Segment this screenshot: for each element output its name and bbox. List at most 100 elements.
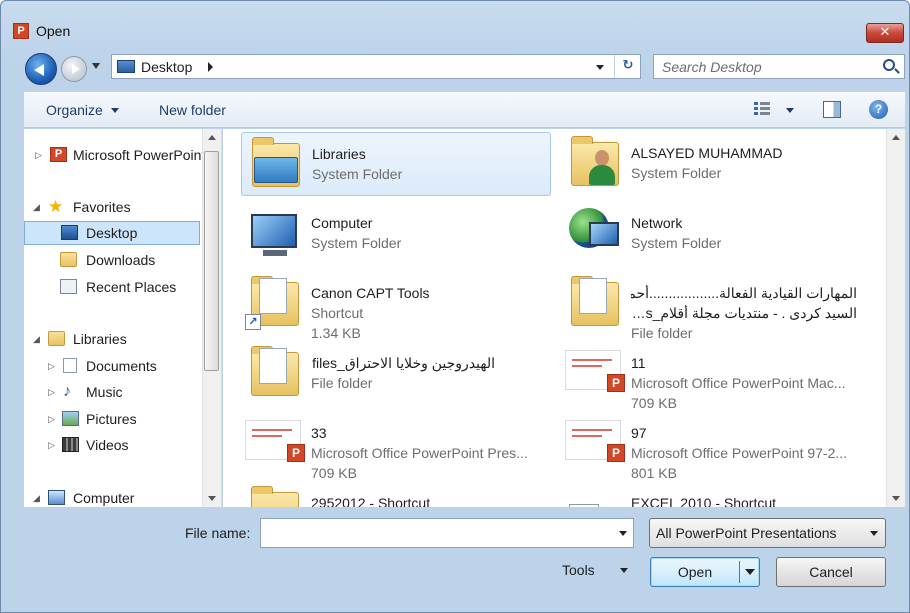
shortcut-arrow-icon: ↗ [245, 314, 261, 330]
file-item-network[interactable]: Network System Folder [561, 202, 871, 266]
search-icon[interactable] [883, 59, 895, 71]
navigation-pane: ▷ P Microsoft PowerPoint ◢ ★ Favorites D… [24, 129, 222, 507]
folder-icon [565, 274, 623, 332]
title-bar: P Open ✕ [1, 1, 909, 43]
address-location[interactable]: Desktop [141, 59, 192, 75]
folder-icon [245, 344, 303, 402]
desktop-icon [61, 225, 78, 240]
organize-button[interactable]: Organize [46, 102, 103, 118]
nav-item-label: Desktop [86, 225, 138, 241]
powerpoint-icon: P [50, 147, 67, 162]
file-name-input[interactable] [265, 524, 605, 542]
file-type-filter[interactable]: All PowerPoint Presentations [649, 518, 886, 548]
file-item-11[interactable]: P 11 Microsoft Office PowerPoint Mac... … [561, 342, 871, 411]
scroll-down-icon[interactable] [892, 496, 900, 501]
scroll-up-icon[interactable] [892, 135, 900, 140]
nav-item-label: Favorites [73, 199, 131, 215]
chevron-down-icon[interactable] [111, 108, 119, 113]
scrollbar-thumb[interactable] [204, 151, 219, 371]
file-type: System Folder [311, 235, 402, 251]
file-name: المهارات القيادية الفعالة...............… [631, 285, 857, 301]
view-options-dropdown[interactable] [786, 108, 794, 113]
file-type: System Folder [631, 165, 722, 181]
scroll-down-icon[interactable] [208, 496, 216, 501]
recent-locations-dropdown[interactable] [92, 63, 100, 69]
search-input[interactable] [662, 57, 872, 76]
file-item-97[interactable]: P 97 Microsoft Office PowerPoint 97-2...… [561, 412, 871, 481]
nav-item-libraries[interactable]: ◢ Libraries [24, 327, 202, 351]
nav-item-videos[interactable]: ▷ Videos [24, 433, 202, 457]
powerpoint-file-icon: P [565, 414, 625, 472]
user-folder-icon [565, 134, 623, 192]
file-type: Microsoft Office PowerPoint Mac... [631, 375, 846, 391]
file-item-arabic-folder-2[interactable]: الهيدروجين وخلايا الاحتراق_files File fo… [241, 342, 551, 406]
back-button[interactable] [25, 53, 57, 85]
open-button-label: Open [677, 564, 713, 580]
file-type: File folder [311, 375, 373, 391]
nav-item-label: Videos [86, 437, 129, 453]
nav-item-label: Music [86, 384, 123, 400]
nav-item-desktop[interactable]: Desktop [24, 221, 200, 245]
split-divider [739, 561, 740, 583]
file-item-canon-capt-tools[interactable]: ↗ Canon CAPT Tools Shortcut 1.34 KB [241, 272, 551, 341]
nav-item-music[interactable]: ▷ ♪ Music [24, 380, 202, 404]
documents-icon [63, 358, 77, 373]
file-item-libraries[interactable]: Libraries System Folder [241, 132, 551, 196]
close-button[interactable]: ✕ [866, 23, 904, 43]
nav-item-favorites[interactable]: ◢ ★ Favorites [24, 195, 202, 219]
cancel-button[interactable]: Cancel [776, 557, 886, 587]
nav-item-label: Downloads [86, 252, 156, 268]
star-icon: ★ [48, 197, 64, 216]
chevron-right-icon[interactable] [208, 62, 213, 72]
computer-icon [245, 204, 303, 262]
file-type: System Folder [631, 235, 722, 251]
file-item-arabic-folder-1[interactable]: المهارات القيادية الفعالة...............… [561, 272, 871, 341]
search-box[interactable] [653, 54, 905, 79]
address-history-dropdown[interactable] [596, 65, 604, 70]
nav-item-label: Microsoft PowerPoint [73, 147, 206, 163]
open-button[interactable]: Open [650, 557, 760, 587]
file-item-33[interactable]: P 33 Microsoft Office PowerPoint Pres...… [241, 412, 551, 481]
file-item-computer[interactable]: Computer System Folder [241, 202, 551, 266]
powerpoint-file-icon: P [245, 414, 305, 472]
file-item-user-folder[interactable]: ALSAYED MUHAMMAD System Folder [561, 132, 871, 196]
nav-item-recent-places[interactable]: Recent Places [24, 275, 202, 299]
help-icon[interactable]: ? [869, 100, 888, 119]
nav-item-powerpoint[interactable]: ▷ P Microsoft PowerPoint [24, 143, 206, 167]
file-item-excel-2010-shortcut[interactable]: W EXCEL 2010 - Shortcut [561, 482, 871, 507]
file-name: EXCEL 2010 - Shortcut [631, 495, 777, 507]
file-type: System Folder [312, 166, 403, 182]
change-view-icon[interactable] [754, 102, 770, 118]
desktop-icon [117, 60, 135, 73]
nav-item-downloads[interactable]: Downloads [24, 248, 202, 272]
nav-item-computer[interactable]: ◢ Computer [24, 486, 202, 507]
nav-item-pictures[interactable]: ▷ Pictures [24, 407, 202, 431]
nav-item-documents[interactable]: ▷ Documents [24, 354, 202, 378]
nav-item-label: Computer [73, 490, 135, 506]
chevron-down-icon[interactable] [620, 568, 628, 573]
file-name: Computer [311, 215, 373, 231]
navpane-scrollbar[interactable] [202, 129, 221, 507]
chevron-down-icon[interactable] [619, 531, 627, 536]
file-name-line2: السيد كردى . - منتديات مجلة أقلام_files [631, 305, 857, 321]
file-name-combobox[interactable] [260, 518, 634, 548]
file-list-scrollbar[interactable] [886, 129, 905, 507]
tools-menu[interactable]: Tools [562, 562, 595, 578]
open-options-dropdown[interactable] [745, 569, 755, 575]
forward-button[interactable] [61, 56, 87, 82]
nav-item-label: Libraries [73, 331, 127, 347]
network-icon [565, 204, 623, 262]
address-bar[interactable]: Desktop ↻ [111, 54, 641, 79]
file-type: Microsoft Office PowerPoint Pres... [311, 445, 528, 461]
scroll-up-icon[interactable] [208, 135, 216, 140]
file-size: 801 KB [631, 465, 677, 481]
file-type: Shortcut [311, 305, 364, 321]
music-icon: ♪ [63, 383, 71, 400]
preview-pane-icon[interactable] [823, 101, 841, 118]
new-folder-button[interactable]: New folder [159, 102, 226, 118]
nav-item-label: Recent Places [86, 279, 177, 295]
powerpoint-file-icon: P [565, 344, 625, 402]
nav-item-label: Documents [86, 358, 157, 374]
refresh-button[interactable]: ↻ [614, 55, 641, 78]
file-item-2952012-shortcut[interactable]: 2952012 - Shortcut [241, 482, 551, 507]
